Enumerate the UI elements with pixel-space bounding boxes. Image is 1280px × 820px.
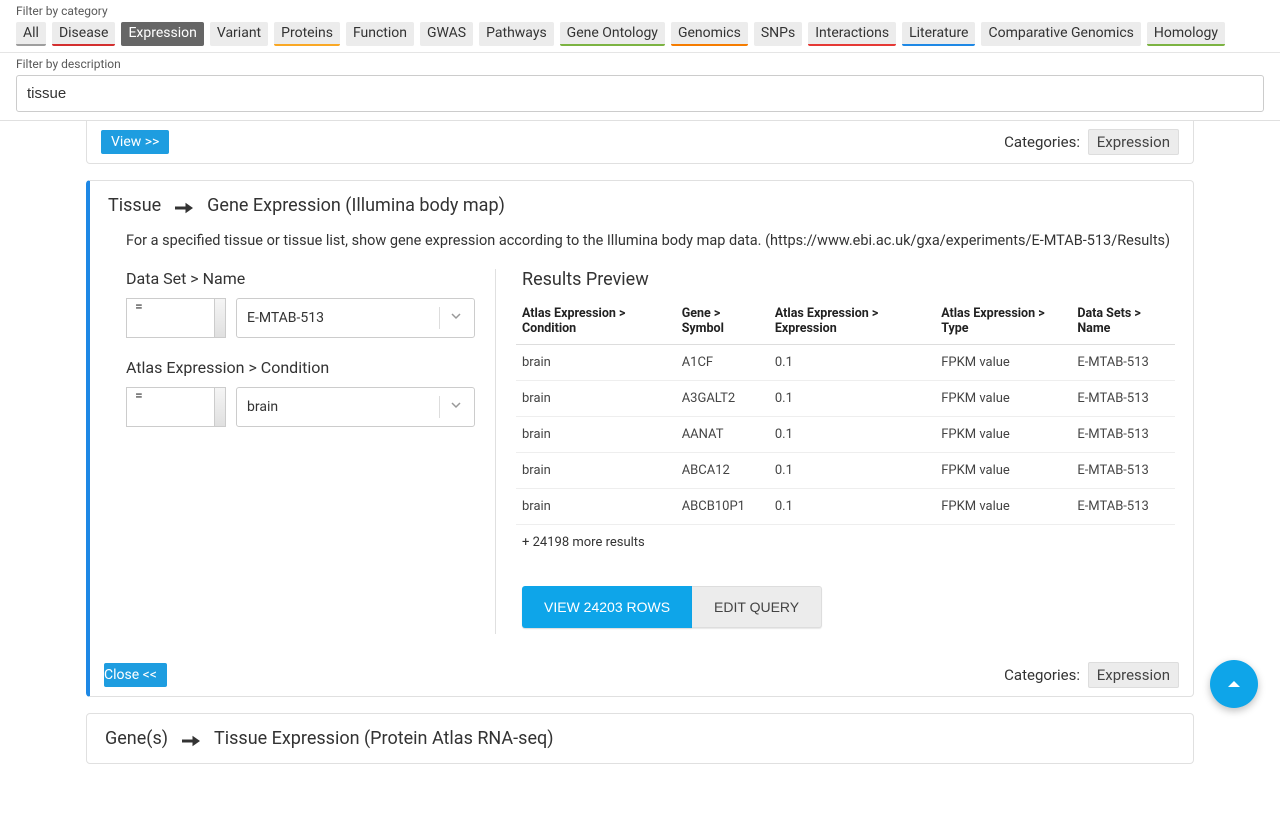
- table-cell: 0.1: [769, 453, 935, 489]
- result-card-collapsed: View >> Categories: Expression: [86, 121, 1194, 164]
- tab-gene-ontology[interactable]: Gene Ontology: [560, 22, 665, 46]
- table-cell: ABCB10P1: [676, 489, 769, 525]
- table-cell: FPKM value: [935, 381, 1071, 417]
- table-cell: FPKM value: [935, 417, 1071, 453]
- filter2-value: brain: [247, 399, 278, 415]
- tab-pathways[interactable]: Pathways: [479, 22, 554, 46]
- result-card-next: Gene(s) Tissue Expression (Protein Atlas…: [86, 713, 1194, 764]
- table-cell: brain: [516, 453, 676, 489]
- chevron-down-icon: ▾: [218, 402, 223, 412]
- results-preview: Results Preview Atlas Expression > Condi…: [516, 269, 1175, 634]
- column-header: Gene > Symbol: [676, 298, 769, 345]
- arrow-right-icon: [182, 732, 200, 746]
- column-header: Atlas Expression > Expression: [769, 298, 935, 345]
- tab-function[interactable]: Function: [346, 22, 414, 46]
- categories-text: Categories:: [1004, 666, 1080, 684]
- tab-literature[interactable]: Literature: [902, 22, 975, 46]
- filter2-operator-select[interactable]: = ▾: [126, 387, 226, 427]
- table-cell: E-MTAB-513: [1071, 381, 1175, 417]
- tab-homology[interactable]: Homology: [1147, 22, 1225, 46]
- edit-query-button[interactable]: EDIT QUERY: [692, 586, 822, 628]
- filter1-label: Data Set > Name: [126, 269, 475, 288]
- more-results-text: + 24198 more results: [516, 525, 1175, 560]
- categories-text: Categories:: [1004, 133, 1080, 151]
- tab-gwas[interactable]: GWAS: [420, 22, 473, 46]
- filter1-value: E-MTAB-513: [247, 310, 324, 326]
- query-filters: Data Set > Name = ▾ E-MTAB-513: [126, 269, 496, 634]
- template-subject: Tissue: [108, 195, 161, 216]
- chevron-up-icon: [1225, 675, 1243, 693]
- filter1-operator-select[interactable]: = ▾: [126, 298, 226, 338]
- result-card-expanded: Tissue Gene Expression (Illumina body ma…: [86, 180, 1194, 697]
- chevron-down-icon: [450, 310, 462, 326]
- filter2-value-select[interactable]: brain: [236, 387, 475, 427]
- arrow-right-icon: [175, 199, 193, 213]
- filter2-label: Atlas Expression > Condition: [126, 358, 475, 377]
- category-label-wrap: Categories: Expression: [1004, 129, 1179, 155]
- filter1-operator-value: =: [135, 299, 143, 315]
- category-tabs: AllDiseaseExpression VariantProteinsFunct…: [0, 18, 1280, 53]
- tab-comparative-genomics[interactable]: Comparative Genomics: [981, 22, 1140, 46]
- filter-by-description-label: Filter by description: [0, 53, 1280, 71]
- table-cell: FPKM value: [935, 453, 1071, 489]
- table-row: brainABCA120.1FPKM valueE-MTAB-513: [516, 453, 1175, 489]
- view-rows-button[interactable]: VIEW 24203 ROWS: [522, 586, 692, 628]
- table-cell: brain: [516, 489, 676, 525]
- tab-interactions[interactable]: Interactions: [808, 22, 896, 46]
- table-cell: A3GALT2: [676, 381, 769, 417]
- table-cell: FPKM value: [935, 345, 1071, 381]
- table-row: brainABCB10P10.1FPKM valueE-MTAB-513: [516, 489, 1175, 525]
- category-label-wrap: Categories: Expression: [1004, 662, 1179, 688]
- tab-proteins[interactable]: Proteins: [274, 22, 340, 46]
- table-cell: E-MTAB-513: [1071, 453, 1175, 489]
- tab-genomics[interactable]: Genomics: [671, 22, 748, 46]
- table-cell: ABCA12: [676, 453, 769, 489]
- table-cell: 0.1: [769, 381, 935, 417]
- results-preview-title: Results Preview: [516, 269, 1175, 290]
- filter1-value-select[interactable]: E-MTAB-513: [236, 298, 475, 338]
- template-target: Tissue Expression (Protein Atlas RNA-seq…: [214, 728, 553, 749]
- filter2-operator-value: =: [135, 388, 143, 404]
- table-cell: brain: [516, 381, 676, 417]
- table-cell: 0.1: [769, 345, 935, 381]
- table-cell: brain: [516, 417, 676, 453]
- table-cell: FPKM value: [935, 489, 1071, 525]
- category-chip[interactable]: Expression: [1088, 662, 1179, 688]
- table-cell: A1CF: [676, 345, 769, 381]
- chevron-down-icon: ▾: [218, 313, 223, 323]
- column-header: Data Sets > Name: [1071, 298, 1175, 345]
- card-title: Tissue Gene Expression (Illumina body ma…: [90, 181, 1193, 220]
- tab-variant[interactable]: Variant: [210, 22, 268, 46]
- filter-by-category-label: Filter by category: [0, 0, 1280, 18]
- table-cell: AANAT: [676, 417, 769, 453]
- tab-snps[interactable]: SNPs: [754, 22, 802, 46]
- results-table: Atlas Expression > ConditionGene > Symbo…: [516, 298, 1175, 525]
- chevron-down-icon: [450, 399, 462, 415]
- table-row: brainA3GALT20.1FPKM valueE-MTAB-513: [516, 381, 1175, 417]
- column-header: Atlas Expression > Type: [935, 298, 1071, 345]
- table-cell: 0.1: [769, 489, 935, 525]
- tab-disease[interactable]: Disease: [52, 22, 116, 46]
- description-filter-input[interactable]: [16, 75, 1264, 112]
- table-cell: E-MTAB-513: [1071, 345, 1175, 381]
- template-target: Gene Expression (Illumina body map): [207, 195, 505, 216]
- tab-all[interactable]: All: [16, 22, 46, 46]
- tab-expression[interactable]: Expression: [121, 22, 203, 46]
- template-subject: Gene(s): [105, 728, 168, 749]
- table-cell: brain: [516, 345, 676, 381]
- scroll-to-top-button[interactable]: [1210, 660, 1258, 708]
- table-cell: E-MTAB-513: [1071, 417, 1175, 453]
- close-button[interactable]: Close <<: [104, 663, 167, 687]
- table-row: brainA1CF0.1FPKM valueE-MTAB-513: [516, 345, 1175, 381]
- category-chip[interactable]: Expression: [1088, 129, 1179, 155]
- table-cell: 0.1: [769, 417, 935, 453]
- view-button[interactable]: View >>: [101, 130, 169, 154]
- column-header: Atlas Expression > Condition: [516, 298, 676, 345]
- table-row: brainAANAT0.1FPKM valueE-MTAB-513: [516, 417, 1175, 453]
- card-description: For a specified tissue or tissue list, s…: [90, 220, 1193, 259]
- table-cell: E-MTAB-513: [1071, 489, 1175, 525]
